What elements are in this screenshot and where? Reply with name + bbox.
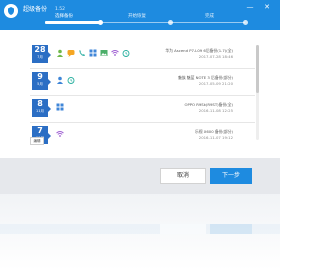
wifi-icon [111, 50, 119, 56]
step-label-restore: 开始恢复 [128, 14, 146, 19]
apps-icon [56, 103, 64, 111]
photos-icon [100, 50, 108, 56]
date-badge: 28 7月 [32, 45, 48, 63]
window-reflection [0, 194, 280, 270]
contacts-icon [57, 76, 63, 84]
list-scrollbar[interactable] [256, 45, 259, 140]
reflection-next [210, 224, 252, 234]
backup-time: 2016-11-08 12:25 [198, 108, 233, 113]
cancel-button[interactable]: 取消 [160, 168, 206, 184]
date-month: 11月 [36, 109, 44, 113]
date-day: 28 [34, 45, 46, 54]
step-dot-done [243, 20, 248, 25]
date-badge-tail [48, 79, 51, 85]
backup-info: 魅族 魅蓝 NOTE 3 后备份(部分) 2017-05-09 21:20 [178, 75, 233, 87]
date-month: 7月 [37, 55, 43, 59]
row-divider [30, 68, 255, 69]
step-dot-select [98, 20, 103, 25]
backup-item[interactable]: 7 11月 乐视 X600 备份(部分) 2016-11-07 19:12 [30, 126, 255, 148]
wifi-icon [56, 131, 64, 137]
backup-item[interactable]: 9 5月 魅族 魅蓝 NOTE 3 后备份(部分) 2017-05-09 21:… [30, 72, 255, 94]
date-badge: 9 5月 [32, 72, 48, 90]
reflection-cancel [160, 224, 206, 234]
backup-time: 2017-05-09 21:20 [198, 81, 233, 86]
date-badge-tail [48, 133, 51, 139]
date-day: 8 [37, 99, 43, 108]
contacts-icon [57, 49, 63, 57]
backup-content-icons [56, 103, 64, 113]
date-day: 9 [37, 72, 43, 81]
step-progress [45, 21, 100, 24]
calllog-icon [79, 50, 85, 56]
date-month: 5月 [37, 82, 43, 86]
step-indicator: 选择备份 开始恢复 完成 [0, 12, 280, 30]
backup-content-icons [56, 130, 64, 140]
backup-content-icons [56, 76, 75, 86]
date-day: 7 [37, 126, 43, 135]
alarm-icon [122, 50, 130, 57]
backup-info: 华为 Ascend P7-L09 6后备份(1.7)(全) 2017-07-28… [165, 48, 233, 60]
backup-info: 乐视 X600 备份(部分) 2016-11-07 19:12 [195, 129, 233, 141]
backup-content-icons [56, 49, 130, 59]
step-dot-restore [168, 20, 173, 25]
row-divider [30, 95, 255, 96]
backup-time: 2016-11-07 19:12 [198, 135, 233, 140]
step-label-done: 完成 [205, 14, 214, 19]
scrollbar-thumb[interactable] [256, 45, 259, 93]
date-badge-tail [48, 106, 51, 112]
backup-time: 2017-07-28 18:46 [198, 54, 233, 59]
date-badge-tail [48, 52, 51, 58]
backup-info: OPPO R9Sk(R9ST)备份(全) 2016-11-08 12:25 [184, 102, 233, 114]
backup-item[interactable]: 8 11月 OPPO R9Sk(R9ST)备份(全) 2016-11-08 12… [30, 99, 255, 121]
row-divider [30, 122, 255, 123]
date-badge: 8 11月 [32, 99, 48, 117]
backup-list: 28 7月 华为 Ascend P7-L09 6后备份(1.7)(全) 2017… [30, 45, 265, 160]
minimize-icon[interactable]: — [245, 3, 255, 12]
edit-button[interactable]: 编辑 [30, 137, 44, 145]
close-icon[interactable]: ✕ [262, 3, 272, 12]
apps-icon [89, 49, 97, 57]
next-button[interactable]: 下一步 [210, 168, 252, 184]
backup-item[interactable]: 28 7月 华为 Ascend P7-L09 6后备份(1.7)(全) 2017… [30, 45, 255, 67]
step-label-select: 选择备份 [55, 14, 73, 19]
title-bar: 超级备份 1.52 — ✕ 选择备份 开始恢复 完成 [0, 0, 280, 30]
sms-icon [67, 50, 75, 57]
alarm-icon [67, 77, 75, 84]
